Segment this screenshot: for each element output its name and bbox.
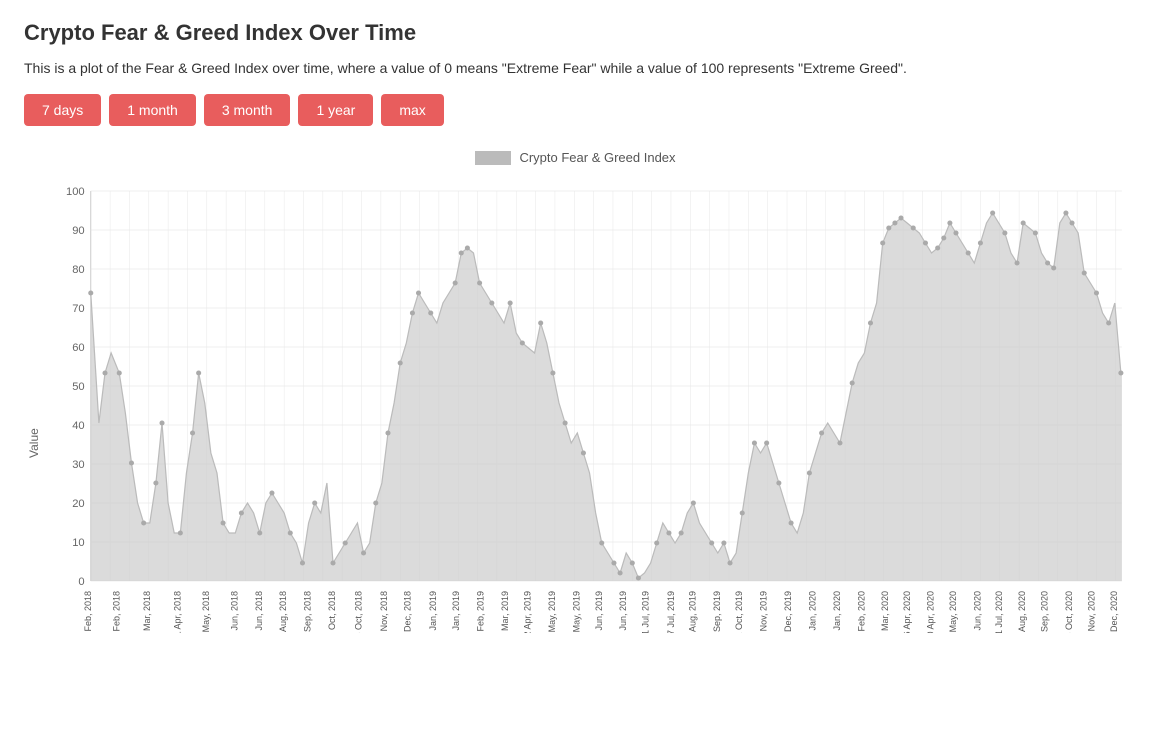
svg-text:11 Jun, 2020: 11 Jun, 2020 xyxy=(972,591,982,633)
btn-7days[interactable]: 7 days xyxy=(24,94,101,126)
svg-text:19 Mar, 2019: 19 Mar, 2019 xyxy=(500,591,510,633)
svg-text:100: 100 xyxy=(66,186,85,198)
svg-text:70: 70 xyxy=(72,303,84,315)
svg-text:8 Nov, 2020: 8 Nov, 2020 xyxy=(1086,591,1096,633)
svg-text:2 Oct, 2018: 2 Oct, 2018 xyxy=(327,591,337,633)
svg-text:25 Sep, 2019: 25 Sep, 2019 xyxy=(712,591,722,633)
svg-text:10: 10 xyxy=(72,537,84,549)
svg-text:24 May, 2020: 24 May, 2020 xyxy=(948,591,958,633)
svg-text:30 May, 2019: 30 May, 2019 xyxy=(571,591,581,633)
chart-legend: Crypto Fear & Greed Index xyxy=(24,150,1127,165)
svg-text:23 Feb, 2019: 23 Feb, 2019 xyxy=(476,591,486,633)
svg-text:11 Apr, 2018: 11 Apr, 2018 xyxy=(172,591,182,633)
time-filter-group: 7 days 1 month 3 month 1 year max xyxy=(24,94,1127,126)
svg-text:0: 0 xyxy=(78,576,84,588)
svg-text:30: 30 xyxy=(72,459,84,471)
svg-text:25 Feb, 2018: 25 Feb, 2018 xyxy=(111,591,121,633)
svg-text:60: 60 xyxy=(72,342,84,354)
svg-text:6 Jan, 2019: 6 Jan, 2019 xyxy=(428,591,438,633)
svg-text:26 Oct, 2018: 26 Oct, 2018 xyxy=(353,591,363,633)
svg-text:25 Jan, 2020: 25 Jan, 2020 xyxy=(832,591,842,633)
svg-text:50: 50 xyxy=(72,381,84,393)
btn-max[interactable]: max xyxy=(381,94,443,126)
svg-text:30 Jan, 2019: 30 Jan, 2019 xyxy=(451,591,461,633)
svg-text:6 Apr, 2020: 6 Apr, 2020 xyxy=(902,591,912,633)
legend-color-box xyxy=(475,151,511,165)
y-axis-label: Value xyxy=(24,173,44,713)
svg-text:1 Jan, 2020: 1 Jan, 2020 xyxy=(807,591,817,633)
svg-text:15 Oct, 2020: 15 Oct, 2020 xyxy=(1064,591,1074,633)
svg-text:80: 80 xyxy=(72,264,84,276)
svg-text:90: 90 xyxy=(72,225,84,237)
svg-text:12 Apr, 2019: 12 Apr, 2019 xyxy=(522,591,532,633)
svg-text:40: 40 xyxy=(72,420,84,432)
legend-label: Crypto Fear & Greed Index xyxy=(519,150,675,165)
svg-text:6 May, 2019: 6 May, 2019 xyxy=(547,591,557,633)
btn-3month[interactable]: 3 month xyxy=(204,94,291,126)
svg-text:21 Mar, 2018: 21 Mar, 2018 xyxy=(142,591,152,633)
svg-text:20: 20 xyxy=(72,498,84,510)
svg-text:27 Jun, 2019: 27 Jun, 2019 xyxy=(618,591,628,633)
page-title: Crypto Fear & Greed Index Over Time xyxy=(24,20,1127,46)
main-chart: .grid-line { stroke: #e0e0e0; stroke-wid… xyxy=(48,173,1127,633)
svg-text:18 Feb, 2020: 18 Feb, 2020 xyxy=(856,591,866,633)
chart-container: Crypto Fear & Greed Index Value .grid-li… xyxy=(24,150,1127,713)
svg-text:2 Dec, 2020: 2 Dec, 2020 xyxy=(1109,591,1119,633)
svg-text:11 Jul, 2019: 11 Jul, 2019 xyxy=(641,591,651,633)
svg-text:2 Dec, 2019: 2 Dec, 2019 xyxy=(783,591,793,633)
svg-text:21 Sep, 2020: 21 Sep, 2020 xyxy=(1040,591,1050,633)
svg-text:1 Jul, 2020: 1 Jul, 2020 xyxy=(994,591,1004,633)
svg-text:13 Jun, 2019: 13 Jun, 2019 xyxy=(594,591,604,633)
chart-inner: .grid-line { stroke: #e0e0e0; stroke-wid… xyxy=(48,173,1127,713)
svg-text:19 Nov, 2018: 19 Nov, 2018 xyxy=(379,591,389,633)
svg-text:10 Aug, 2019: 10 Aug, 2019 xyxy=(687,591,697,633)
svg-text:27 Jul, 2019: 27 Jul, 2019 xyxy=(666,591,676,633)
svg-text:6 Jun, 2018: 6 Jun, 2018 xyxy=(229,591,239,633)
chart-wrap: Value .grid-line { stroke: #e0e0e0; stro… xyxy=(24,173,1127,713)
svg-text:13 Dec, 2018: 13 Dec, 2018 xyxy=(402,591,412,633)
svg-text:1 Feb, 2018: 1 Feb, 2018 xyxy=(83,591,93,633)
btn-1year[interactable]: 1 year xyxy=(298,94,373,126)
svg-text:8 Sep, 2018: 8 Sep, 2018 xyxy=(303,591,313,633)
btn-1month[interactable]: 1 month xyxy=(109,94,196,126)
svg-text:4 May, 2018: 4 May, 2018 xyxy=(201,591,211,633)
svg-text:15 Aug, 2018: 15 Aug, 2018 xyxy=(278,591,288,633)
svg-text:21 Oct, 2019: 21 Oct, 2019 xyxy=(734,591,744,633)
svg-text:11 Aug, 2020: 11 Aug, 2020 xyxy=(1017,591,1027,633)
svg-text:30 Apr, 2020: 30 Apr, 2020 xyxy=(926,591,936,633)
page-description: This is a plot of the Fear & Greed Index… xyxy=(24,60,1127,76)
svg-text:14 Nov, 2019: 14 Nov, 2019 xyxy=(759,591,769,633)
svg-text:28 Jun, 2018: 28 Jun, 2018 xyxy=(254,591,264,633)
svg-text:13 Mar, 2020: 13 Mar, 2020 xyxy=(880,591,890,633)
